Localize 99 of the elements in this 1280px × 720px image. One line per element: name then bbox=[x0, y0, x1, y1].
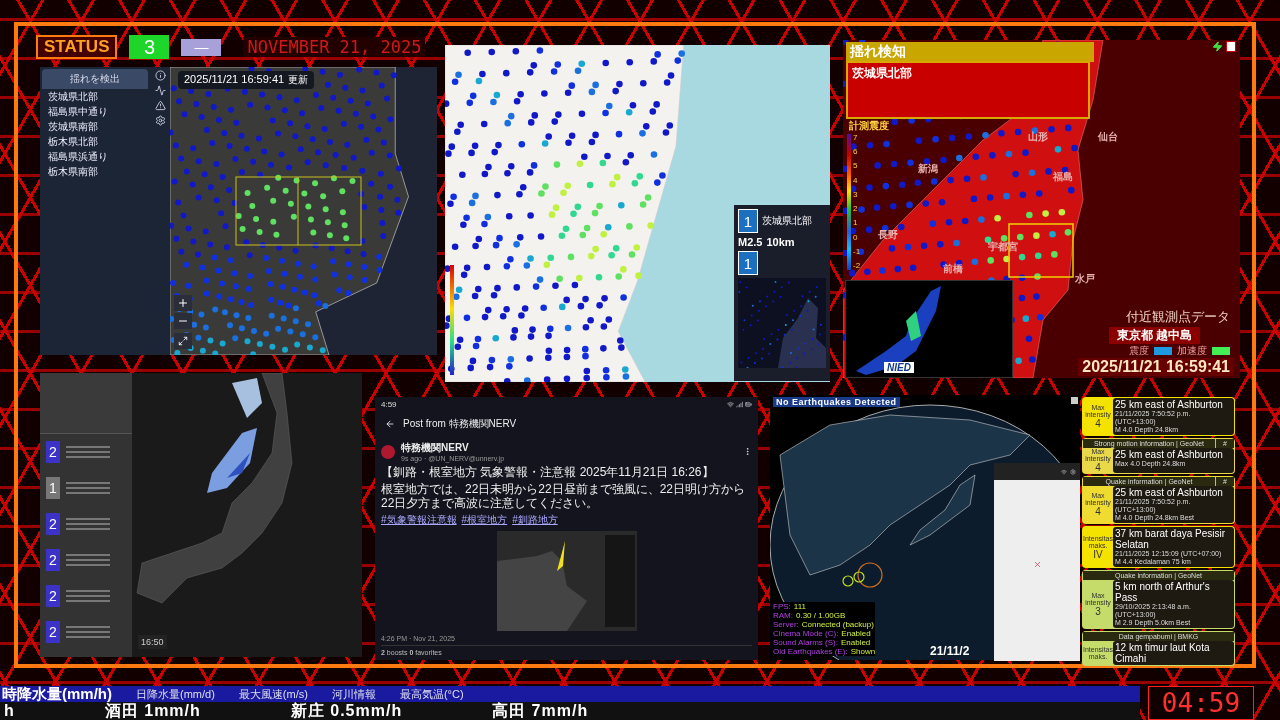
place-label: 仙台 bbox=[1098, 130, 1118, 144]
author-name[interactable]: 特務機関NERV bbox=[401, 441, 737, 455]
alert-title: 揺れ検知 bbox=[846, 42, 1094, 62]
region-item[interactable]: 茨城県北部 bbox=[40, 89, 150, 104]
date-display: NOVEMBER 21, 2025 bbox=[243, 37, 426, 57]
region-item[interactable]: 福島県中通り bbox=[40, 104, 150, 119]
place-label: 前橋 bbox=[943, 262, 963, 276]
intensity-value: 4 bbox=[1095, 418, 1101, 429]
intensity-value: 4 bbox=[1095, 506, 1101, 517]
nearby-title: 付近観測点データ bbox=[1126, 308, 1230, 326]
lightning-icon bbox=[1212, 41, 1223, 52]
settings-icon[interactable] bbox=[154, 115, 166, 126]
region-item[interactable]: 栃木県南部 bbox=[40, 164, 150, 179]
status-label: STATUS bbox=[36, 35, 118, 59]
scale-label: 3 bbox=[853, 190, 859, 199]
signal-icon bbox=[736, 401, 743, 408]
place-label: 山形 bbox=[1028, 130, 1048, 144]
intensity-value: 4 bbox=[1095, 462, 1101, 473]
avatar bbox=[381, 444, 395, 459]
magnitude-value: M2.5 bbox=[738, 236, 763, 248]
status-banner: No Earthquakes Detected bbox=[773, 397, 900, 407]
intensity-badge[interactable]: 1 bbox=[46, 477, 60, 499]
intensity-badge: 1 bbox=[738, 209, 758, 233]
timestamp: 2025/11/21 16:59:41 bbox=[1078, 358, 1234, 376]
quake-location: 25 km east of Ashburton bbox=[1115, 449, 1224, 460]
region-item[interactable]: 茨城県南部 bbox=[40, 119, 150, 134]
quake-location: 12 km timur laut Kota Cimahi bbox=[1115, 642, 1211, 664]
ticker-item: 酒田 1mm/h bbox=[104, 702, 201, 720]
ticker-tab[interactable]: 河川情報 bbox=[331, 686, 376, 702]
ticker-item: h bbox=[4, 702, 15, 720]
intensity-value: IV bbox=[1093, 548, 1103, 560]
scale-label: 4 bbox=[853, 176, 859, 185]
plus-icon bbox=[177, 297, 189, 309]
place-label: 水戸 bbox=[1075, 272, 1095, 286]
ticker-tab[interactable]: 最大風速(m/s) bbox=[238, 686, 308, 702]
post-body: 根室地方では、22日未明から22日昼前まで強風に、22日明け方から22日夕方まで高波に注意してください。 bbox=[381, 482, 747, 510]
date-text: 21/11/2 bbox=[930, 644, 970, 658]
ticker-item: 高田 7mm/h bbox=[492, 702, 589, 720]
legend-label: 加速度 bbox=[1177, 344, 1207, 358]
legend-label: 震度 bbox=[1129, 344, 1149, 358]
ticker-tab[interactable]: 時降水量(mm/h) bbox=[2, 686, 112, 702]
battery-icon bbox=[745, 401, 752, 408]
scale-label: 2 bbox=[853, 205, 859, 214]
list-header: 揺れを検出 bbox=[42, 69, 148, 89]
intensity-badge[interactable]: 2 bbox=[46, 585, 60, 607]
place-label: 長野 bbox=[878, 228, 898, 242]
scale-label: 7 bbox=[853, 134, 859, 142]
ticker-tab[interactable]: 日降水量(mm/d) bbox=[136, 686, 215, 702]
hashtag-link[interactable]: #気象警報注意報 bbox=[381, 513, 457, 527]
intensity-badge: 1 bbox=[738, 251, 758, 275]
warning-icon[interactable] bbox=[154, 100, 166, 111]
scale-label: 6 bbox=[853, 148, 859, 157]
intensity-badge[interactable]: 2 bbox=[46, 441, 60, 463]
scale-label: 0 bbox=[853, 233, 859, 242]
intensity-value: 3 bbox=[1095, 605, 1101, 617]
status-time: 4:59 bbox=[381, 400, 397, 409]
ticker-tab[interactable]: 最高気温(°C) bbox=[399, 686, 464, 702]
wifi-icon bbox=[1061, 468, 1067, 475]
place-label: 福島 bbox=[1053, 170, 1073, 184]
scale-label: 1 bbox=[853, 219, 859, 228]
info-icon[interactable] bbox=[154, 70, 166, 81]
wifi-icon bbox=[727, 401, 734, 408]
page-title: Post from 特務機関NERV bbox=[403, 417, 517, 431]
scale-label: -2 bbox=[853, 261, 861, 270]
region-item[interactable]: 福島県浜通り bbox=[40, 149, 150, 164]
epicenter-region: 茨城県北部 bbox=[762, 214, 812, 228]
intensity-badge[interactable]: 2 bbox=[46, 621, 60, 643]
expand-icon bbox=[178, 336, 188, 346]
post-headline: 【釧路・根室地方 気象警報・注意報 2025年11月21日 16:26】 bbox=[381, 465, 715, 479]
quake-location: 37 km barat daya Pesisir Selatan bbox=[1115, 528, 1227, 550]
region-item[interactable]: 栃木県北部 bbox=[40, 134, 150, 149]
depth-value: 10km bbox=[766, 236, 795, 248]
scale-title: 計測震度 bbox=[847, 119, 891, 133]
quake-location: 5 km north of Arthur's Pass bbox=[1115, 581, 1211, 603]
scale-label: 5 bbox=[853, 162, 859, 171]
zoom-out-button[interactable] bbox=[174, 313, 192, 329]
alert-region: 茨城県北部 bbox=[846, 61, 1090, 119]
radar-time: 16:50 bbox=[138, 635, 167, 649]
cross-marker-icon bbox=[1032, 560, 1042, 569]
hashtag-link[interactable]: #釧路地方 bbox=[512, 513, 558, 527]
place-label: 新潟 bbox=[918, 162, 938, 176]
station-name: 東京都 越中島 bbox=[1108, 327, 1200, 344]
hashtag-link[interactable]: #根室地方 bbox=[461, 513, 508, 527]
more-icon[interactable] bbox=[743, 447, 752, 456]
zoom-in-button[interactable] bbox=[174, 295, 192, 311]
quake-location: 25 km east of Ashburton bbox=[1115, 399, 1224, 410]
nied-logo: NIED bbox=[884, 362, 914, 373]
digital-clock: 04:59 bbox=[1148, 686, 1254, 720]
ticker-item: 新庄 0.5mm/h bbox=[290, 702, 403, 720]
fullscreen-button[interactable] bbox=[174, 333, 192, 349]
intensity-badge[interactable]: 2 bbox=[46, 549, 60, 571]
waveform-icon[interactable] bbox=[154, 85, 166, 96]
quake-location: 25 km east of Ashburton bbox=[1115, 487, 1224, 498]
timestamp-badge: 2025/11/21 16:59:41 更新 bbox=[178, 71, 315, 89]
settings-icon[interactable] bbox=[1070, 468, 1076, 475]
alert-level-indicator: 3 bbox=[129, 35, 170, 59]
back-icon[interactable] bbox=[385, 419, 395, 429]
intensity-badge[interactable]: 2 bbox=[46, 513, 60, 535]
mode-indicator: — bbox=[181, 38, 222, 56]
